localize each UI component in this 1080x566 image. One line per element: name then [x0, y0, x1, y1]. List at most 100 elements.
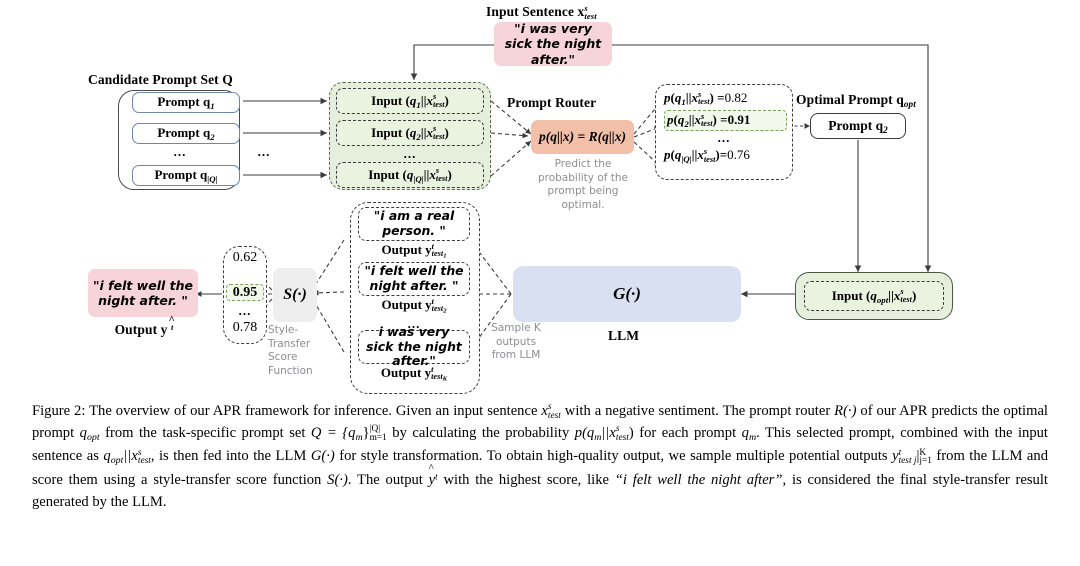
score-function-box: S(·) — [273, 268, 317, 322]
prompt-chip-2[interactable]: Prompt q2 — [132, 123, 240, 144]
score-2-text: 0.95 — [232, 285, 258, 300]
output-k-sub: testK — [431, 372, 448, 383]
final-input-chip[interactable]: Input (qopt||x s test) — [804, 281, 944, 311]
input-concat-q[interactable]: Input (q|Q|||x s test) — [336, 162, 484, 188]
final-output-box: "i felt well the night after. " — [88, 269, 198, 317]
ellipsis-text-2: ... — [257, 144, 271, 159]
score-k-text: 0.78 — [232, 320, 258, 335]
final-input-group: Input (qopt||x s test) — [795, 272, 953, 320]
input-concat-ellipsis: ... — [390, 146, 430, 162]
llm-heading: LLM — [608, 328, 639, 344]
sample-hint: Sample K outputs from LLM — [484, 322, 548, 363]
output-text-1: "i am a real person. " — [373, 208, 455, 238]
output-1-sub: test1 — [431, 249, 447, 260]
probability-value-1: 0.82 — [724, 90, 748, 105]
probability-row-q: p(q|Q|||x s test)=0.76 — [664, 147, 750, 165]
optimal-prompt-chip-sub: 2 — [883, 124, 888, 135]
caption-line-5: by calculating the probability — [392, 425, 570, 442]
input-sentence-label: Input Sentence x — [486, 4, 585, 19]
probability-value-q: 0.76 — [727, 147, 750, 163]
score-value-selected: 0.95 — [226, 284, 264, 302]
input-concat-2[interactable]: Input (q2||x s test) — [336, 120, 484, 146]
llm-symbol: G(·) — [613, 284, 641, 303]
output-chip-2[interactable]: "i felt well the night after. " — [358, 262, 470, 296]
ellipsis-text-6: ... — [238, 303, 252, 318]
figure-diagram: Candidate Prompt Set Q Prompt q1 Prompt … — [0, 0, 1080, 400]
final-output-heading: Output y ^ t — [104, 314, 184, 338]
caption-line-6: for each prompt — [639, 425, 737, 442]
y-hat: ^ — [168, 314, 176, 326]
prompt-1-sub: 1 — [210, 100, 215, 111]
output-chip-1[interactable]: "i am a real person. " — [358, 207, 470, 241]
caption-line-8: , is then fed into the LLM — [150, 448, 307, 465]
caption-line-9: for style transformation. To obtain high… — [339, 448, 888, 465]
prompt-chip-1-label: Prompt q1 — [157, 94, 215, 111]
input-sentence-heading: Input Sentence x s test — [486, 3, 597, 21]
probability-value-2: 0.91 — [727, 111, 751, 127]
output-chip-k[interactable]: i was very sick the night after." — [358, 324, 470, 368]
llm-label: LLM — [608, 328, 640, 343]
candidate-prompt-set-label: Candidate Prompt Set Q — [88, 72, 233, 87]
optimal-prompt-sub: opt — [903, 98, 916, 109]
score-function-hint: Style-Transfer Score Function — [268, 324, 322, 379]
router-formula: p(q||x) = R(q||x) — [538, 129, 627, 144]
prompt-q-sub: |Q| — [207, 173, 218, 184]
caption-y-hat: ^ y — [428, 461, 436, 488]
scores-ellipsis: ... — [226, 303, 264, 319]
probability-ellipsis: ... — [661, 130, 787, 146]
input-concat-1-label: Input (q1||x s test) — [371, 92, 449, 110]
output-text-k: i was very sick the night after." — [366, 323, 462, 369]
prompt-router-label: Prompt Router — [507, 95, 597, 110]
caption-line-2: with a negative sentiment. The prompt ro… — [564, 403, 831, 419]
sample-hint-text: Sample K outputs from LLM — [491, 322, 541, 362]
output-label-1: Output y t test1 — [381, 241, 447, 260]
prompt-chip-2-label: Prompt q2 — [157, 125, 215, 142]
score-value-k: 0.78 — [226, 320, 264, 335]
llm-box: G(·) — [513, 266, 741, 322]
ellipsis-text-4: ... — [717, 130, 731, 146]
score-function-hint-text: Style-Transfer Score Function — [268, 324, 313, 377]
input-concat-q-label: Input (q|Q|||x s test) — [368, 166, 452, 184]
output-2-sub: test2 — [431, 304, 447, 315]
optimal-prompt-chip-label: Prompt q2 — [828, 117, 888, 135]
output-label-2: Output y t test2 — [381, 296, 447, 315]
optimal-prompt-label: Optimal Prompt q — [796, 92, 904, 107]
prompt-chip-q[interactable]: Prompt q|Q| — [132, 165, 240, 186]
caption-line-12: with the highest score, like — [443, 471, 609, 488]
caption-line-1: The overview of our APR framework for in… — [89, 403, 538, 419]
prompt-chip-q-label: Prompt q|Q| — [154, 167, 218, 184]
final-input-chip-label: Input (qopt||x s test) — [831, 287, 917, 305]
caption-label: Figure 2: — [32, 403, 86, 419]
input-concat-1[interactable]: Input (q1||x s test) — [336, 88, 484, 114]
input-sentence-script: s test — [584, 3, 596, 21]
candidate-set-side-ellipsis: ... — [244, 144, 284, 160]
prompt-router-hint: Predict the probability of the prompt be… — [537, 158, 629, 213]
probability-row-1: p(q1||x s test) =0.82 — [664, 89, 748, 107]
optimal-prompt-chip[interactable]: Prompt q2 — [810, 113, 906, 139]
input-sentence-text: "i was very sick the night after." — [504, 21, 602, 67]
prompt-router-hint-text: Predict the probability of the prompt be… — [537, 158, 629, 211]
probability-row-2-selected: p(q2||x s test) =0.91 — [664, 109, 787, 132]
figure-caption: Figure 2: The overview of our APR framew… — [32, 400, 1048, 515]
input-sentence-box: "i was very sick the night after." — [494, 21, 612, 67]
candidate-prompt-set-heading: Candidate Prompt Set Q — [88, 72, 233, 88]
prompt-router-box: p(q||x) = R(q||x) — [531, 120, 634, 154]
input-concat-2-label: Input (q2||x s test) — [371, 124, 449, 142]
score-function-symbol: S(·) — [283, 286, 307, 303]
probability-list-group: p(q1||x s test) =0.82 p(q2||x s test) =0.91 … — [655, 84, 793, 180]
candidate-prompts-ellipsis: ... — [160, 144, 200, 160]
caption-quote: “i felt well the night after” — [614, 471, 783, 488]
caption-line-4: from the task-specific prompt set — [105, 425, 306, 442]
caption-paragraph: Figure 2: The overview of our APR framew… — [32, 402, 1048, 510]
score-1-text: 0.62 — [232, 250, 258, 265]
caption-line-11: . The output — [347, 471, 423, 488]
prompt-router-heading: Prompt Router — [507, 95, 596, 111]
prompt-chip-1[interactable]: Prompt q1 — [132, 92, 240, 113]
ellipsis-text: ... — [173, 144, 187, 159]
prompt-2-sub: 2 — [210, 131, 215, 142]
score-value-1: 0.62 — [226, 250, 264, 265]
optimal-prompt-heading: Optimal Prompt qopt — [796, 92, 916, 109]
output-label-k: Output y t testK — [380, 364, 448, 383]
output-text-2: "i felt well the night after. " — [364, 263, 464, 293]
final-output-text: "i felt well the night after. " — [93, 277, 193, 308]
